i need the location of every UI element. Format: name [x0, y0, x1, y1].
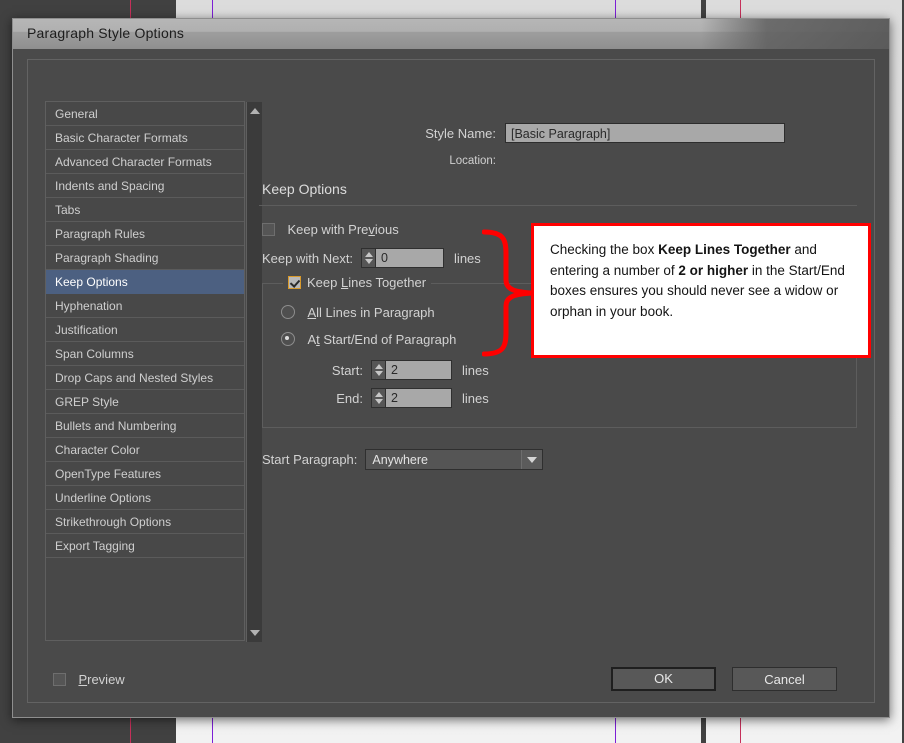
sidebar-item-drop-caps-and-nested-styles[interactable]: Drop Caps and Nested Styles — [46, 366, 244, 390]
sidebar-item-keep-options[interactable]: Keep Options — [46, 270, 244, 294]
end-lines-row: End: 2 lines — [303, 388, 489, 408]
stepper-down-icon[interactable] — [374, 399, 383, 404]
sidebar-item-advanced-character-formats[interactable]: Advanced Character Formats — [46, 150, 244, 174]
sidebar-item-export-tagging[interactable]: Export Tagging — [46, 534, 244, 558]
style-name-input[interactable]: [Basic Paragraph] — [505, 123, 785, 143]
style-name-label: Style Name: — [369, 126, 496, 141]
end-lines-input[interactable]: 2 — [386, 388, 452, 408]
start-paragraph-row: Start Paragraph: Anywhere — [262, 449, 544, 470]
at-start-end-of-paragraph-radio[interactable] — [281, 332, 295, 346]
location-label: Location: — [449, 155, 496, 167]
sidebar-item-strikethrough-options[interactable]: Strikethrough Options — [46, 510, 244, 534]
red-brace-annotation — [482, 229, 533, 357]
annotation-text: Checking the box Keep Lines Together and… — [550, 240, 852, 322]
start-paragraph-label: Start Paragraph: — [262, 452, 358, 467]
keep-with-next-label: Keep with Next: — [262, 250, 354, 266]
ok-button[interactable]: OK — [611, 667, 716, 691]
category-list[interactable]: General Basic Character Formats Advanced C… — [45, 101, 262, 642]
sidebar-item-indents-and-spacing[interactable]: Indents and Spacing — [46, 174, 244, 198]
sidebar-item-paragraph-rules[interactable]: Paragraph Rules — [46, 222, 244, 246]
sidebar-item-underline-options[interactable]: Underline Options — [46, 486, 244, 510]
stepper-down-icon[interactable] — [374, 371, 383, 376]
stepper-up-icon[interactable] — [374, 364, 383, 369]
keep-with-next-row: Keep with Next: 0 lines — [262, 248, 481, 268]
preview-row[interactable]: Preview — [53, 671, 125, 689]
sidebar-item-span-columns[interactable]: Span Columns — [46, 342, 244, 366]
all-lines-in-paragraph-label: All Lines in Paragraph — [307, 305, 435, 320]
keep-with-previous-row[interactable]: Keep with Previous — [262, 221, 399, 239]
keep-with-previous-checkbox[interactable] — [262, 223, 275, 236]
stepper-up-icon[interactable] — [364, 252, 373, 257]
keep-lines-together-checkbox[interactable] — [288, 276, 301, 289]
section-title: Keep Options — [262, 181, 347, 197]
annotation-line2-bold: 2 or higher — [678, 262, 749, 278]
keep-with-previous-label: Keep with Previous — [287, 222, 399, 237]
annotation-line1-c: and — [790, 242, 817, 257]
style-name-label-text: Style Name: — [425, 126, 496, 141]
cancel-button[interactable]: Cancel — [732, 667, 837, 691]
sidebar-item-basic-character-formats[interactable]: Basic Character Formats — [46, 126, 244, 150]
preview-label: Preview — [78, 672, 125, 687]
start-lines-units: lines — [462, 362, 489, 378]
start-lines-label: Start: — [331, 362, 363, 378]
dialog-footer: Preview OK Cancel — [45, 667, 859, 693]
keep-with-next-input[interactable]: 0 — [376, 248, 445, 268]
chevron-down-icon[interactable] — [521, 450, 543, 469]
section-divider — [259, 205, 857, 206]
at-start-end-of-paragraph-label: At Start/End of Paragraph — [307, 332, 457, 347]
annotation-line1-a: Checking the box — [550, 242, 659, 257]
keep-with-next-stepper[interactable] — [361, 248, 377, 268]
all-lines-in-paragraph-row[interactable]: All Lines in Paragraph — [281, 304, 435, 322]
sidebar-item-general[interactable]: General — [46, 102, 244, 126]
keep-lines-together-label: Keep Lines Together — [307, 275, 427, 290]
category-list-items: General Basic Character Formats Advanced C… — [46, 102, 244, 558]
start-paragraph-value: Anywhere — [372, 452, 428, 467]
sidebar-item-justification[interactable]: Justification — [46, 318, 244, 342]
sidebar-item-bullets-and-numbering[interactable]: Bullets and Numbering — [46, 414, 244, 438]
end-lines-stepper[interactable] — [371, 388, 386, 408]
dialog-title: Paragraph Style Options — [27, 25, 185, 41]
stepper-up-icon[interactable] — [374, 392, 383, 397]
sidebar-item-paragraph-shading[interactable]: Paragraph Shading — [46, 246, 244, 270]
dialog-body: General Basic Character Formats Advanced C… — [13, 49, 889, 717]
stepper-down-icon[interactable] — [364, 259, 373, 264]
annotation-line2-c: in the — [748, 262, 785, 278]
at-start-end-of-paragraph-row[interactable]: At Start/End of Paragraph — [281, 331, 456, 349]
start-lines-stepper[interactable] — [371, 360, 386, 380]
sidebar-item-character-color[interactable]: Character Color — [46, 438, 244, 462]
annotation-line1-bold: Keep Lines Together — [658, 242, 791, 257]
end-lines-label: End: — [336, 390, 363, 406]
annotation-callout: Checking the box Keep Lines Together and… — [531, 223, 871, 358]
annotation-line2-a: entering a number of — [550, 262, 679, 278]
paragraph-style-options-dialog: Paragraph Style Options General Basic Cha… — [12, 18, 890, 718]
start-lines-input[interactable]: 2 — [386, 360, 452, 380]
start-paragraph-select[interactable]: Anywhere — [365, 449, 544, 470]
preview-checkbox[interactable] — [53, 673, 66, 686]
sidebar-item-hyphenation[interactable]: Hyphenation — [46, 294, 244, 318]
sidebar-item-grep-style[interactable]: GREP Style — [46, 390, 244, 414]
sidebar-item-tabs[interactable]: Tabs — [46, 198, 244, 222]
all-lines-in-paragraph-radio[interactable] — [281, 305, 295, 319]
dialog-title-bar[interactable]: Paragraph Style Options — [13, 19, 889, 50]
keep-lines-together-legend[interactable]: Keep Lines Together — [283, 275, 432, 290]
keep-with-next-units: lines — [454, 250, 481, 266]
end-lines-units: lines — [462, 390, 489, 406]
sidebar-item-opentype-features[interactable]: OpenType Features — [46, 462, 244, 486]
start-lines-row: Start: 2 lines — [303, 360, 489, 380]
options-pane: Style Name: [Basic Paragraph] Location: … — [259, 101, 859, 641]
